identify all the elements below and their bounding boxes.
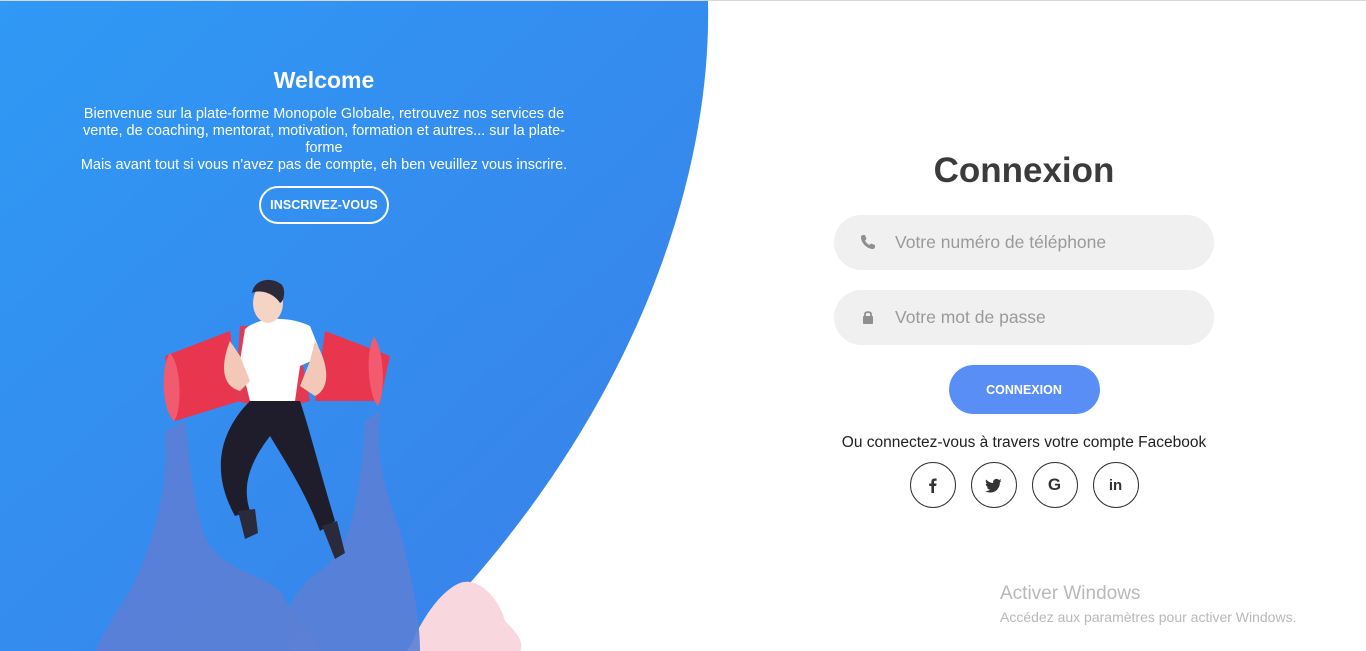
facebook-icon xyxy=(928,478,937,493)
login-form: Connexion CONNEXION Ou connectez-vous à … xyxy=(834,151,1214,508)
social-login-hint: Ou connectez-vous à travers votre compte… xyxy=(841,434,1207,451)
login-button[interactable]: CONNEXION xyxy=(948,365,1100,414)
google-button[interactable]: G xyxy=(1031,462,1078,508)
social-login-row: G in xyxy=(834,462,1214,508)
login-page: Welcome Bienvenue sur la plate-forme Mon… xyxy=(0,0,1366,651)
welcome-signup-hint: Mais avant tout si vous n'avez pas de co… xyxy=(80,157,568,173)
welcome-description: Bienvenue sur la plate-forme Monopole Gl… xyxy=(83,106,565,156)
linkedin-icon: in xyxy=(1108,476,1123,494)
lock-icon xyxy=(863,311,873,324)
jetpack-man-illustration xyxy=(95,279,420,651)
linkedin-button[interactable]: in xyxy=(1092,462,1139,508)
twitter-icon xyxy=(985,478,1002,493)
google-icon: G xyxy=(1047,475,1062,494)
facebook-button[interactable] xyxy=(909,462,956,508)
phone-input[interactable] xyxy=(834,215,1214,270)
signup-button[interactable]: INSCRIVEZ-VOUS xyxy=(259,186,389,224)
twitter-button[interactable] xyxy=(970,462,1017,508)
welcome-title: Welcome xyxy=(273,67,375,93)
watermark-title: Activer Windows xyxy=(1000,583,1141,604)
phone-icon xyxy=(861,235,875,249)
login-title: Connexion xyxy=(933,151,1115,190)
password-field[interactable] xyxy=(834,290,1214,345)
welcome-section: Welcome Bienvenue sur la plate-forme Mon… xyxy=(74,67,574,224)
phone-field[interactable] xyxy=(834,215,1214,270)
watermark-subtitle: Accédez aux paramètres pour activer Wind… xyxy=(1000,609,1297,625)
windows-activation-watermark: Activer Windows Accédez aux paramètres p… xyxy=(1000,583,1296,625)
password-input[interactable] xyxy=(834,290,1214,345)
